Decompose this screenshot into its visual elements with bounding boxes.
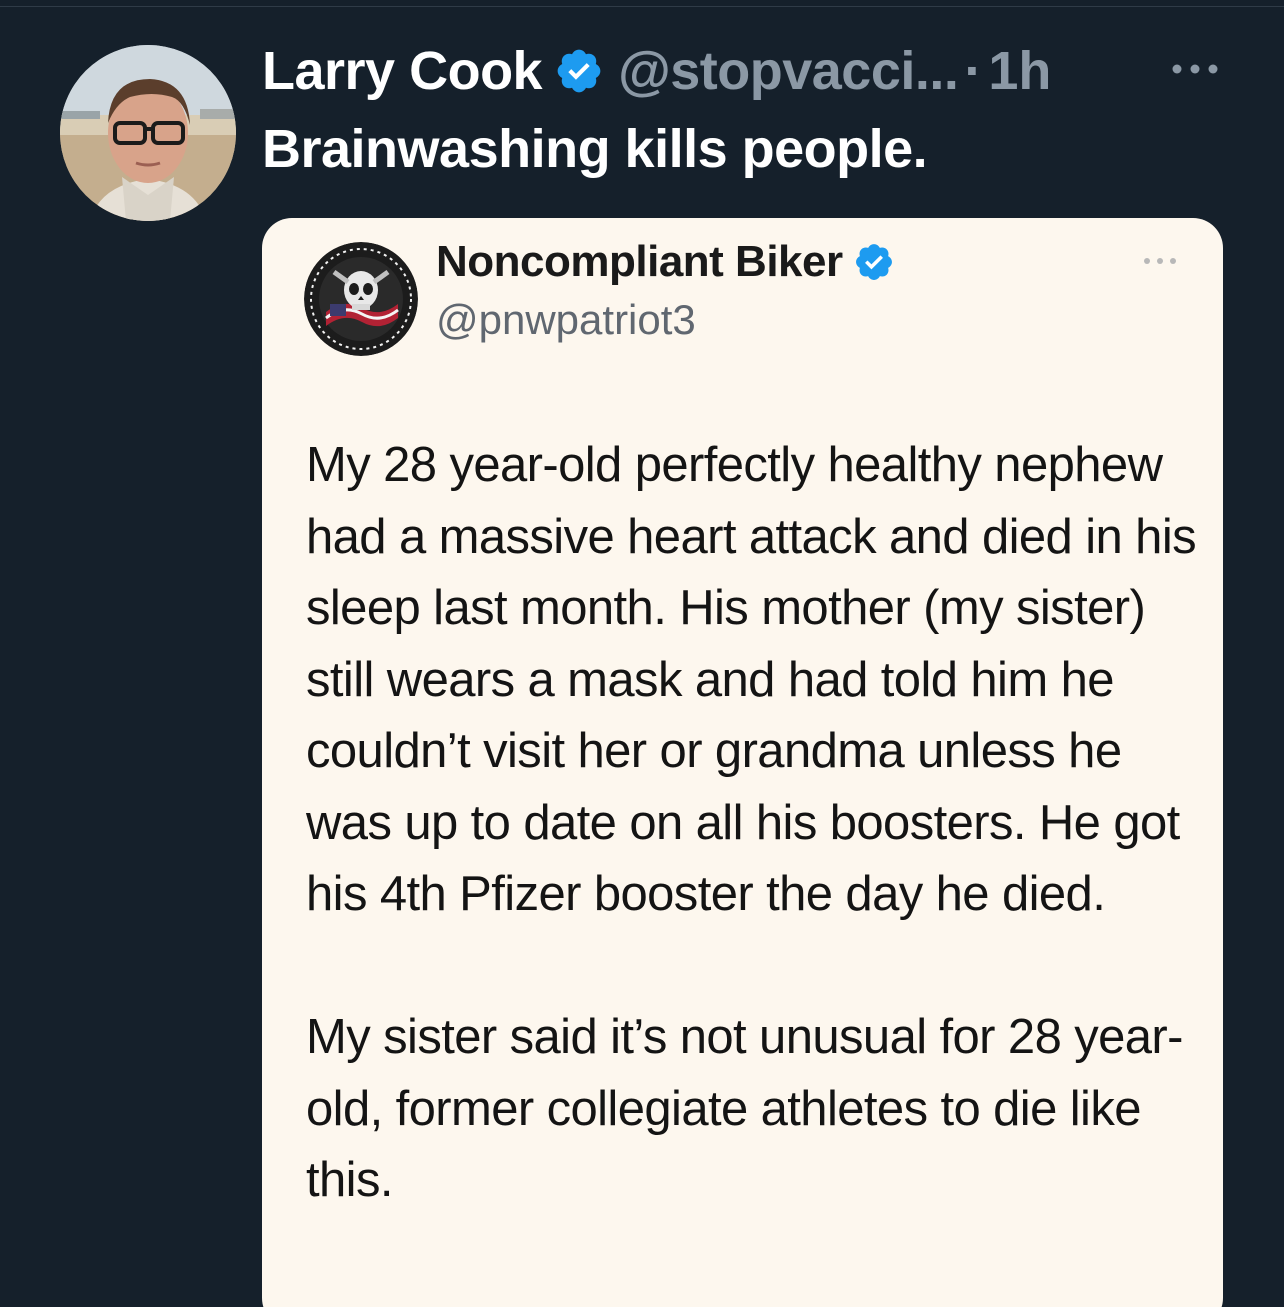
tweet-text: Brainwashing kills people.: [262, 119, 928, 179]
quoted-tweet-paragraph: My 28 year-old perfectly healthy nephew …: [306, 438, 1197, 921]
author-display-name[interactable]: Larry Cook: [262, 40, 543, 102]
verified-badge-icon: [557, 49, 601, 93]
author-avatar[interactable]: [60, 45, 236, 221]
verified-badge-icon: [855, 244, 892, 280]
skull-emblem-icon: [304, 242, 418, 356]
quoted-tweet-header: Noncompliant Biker: [436, 234, 895, 290]
tweet-timestamp[interactable]: 1h: [988, 40, 1051, 102]
header-separator: ·: [964, 41, 983, 101]
quoted-author-display-name[interactable]: Noncompliant Biker: [436, 237, 843, 287]
quoted-tweet-card[interactable]: Noncompliant Biker @pnwpatriot3 My 28 ye…: [262, 218, 1223, 1307]
profile-photo-icon: [60, 45, 236, 221]
quoted-tweet-body: My 28 year-old perfectly healthy nephew …: [306, 430, 1206, 1217]
tweet-header: Larry Cook @stopvacci... · 1h: [262, 36, 1051, 106]
quoted-tweet-paragraph: My sister said it’s not unusual for 28 y…: [306, 1010, 1183, 1207]
quoted-author-handle[interactable]: @pnwpatriot3: [436, 296, 696, 344]
quoted-author-avatar[interactable]: [304, 242, 418, 356]
quoted-more-options-icon[interactable]: [1142, 256, 1178, 266]
more-options-icon[interactable]: [1170, 62, 1220, 76]
top-divider: [0, 6, 1284, 7]
author-handle[interactable]: @stopvacci...: [618, 40, 959, 102]
